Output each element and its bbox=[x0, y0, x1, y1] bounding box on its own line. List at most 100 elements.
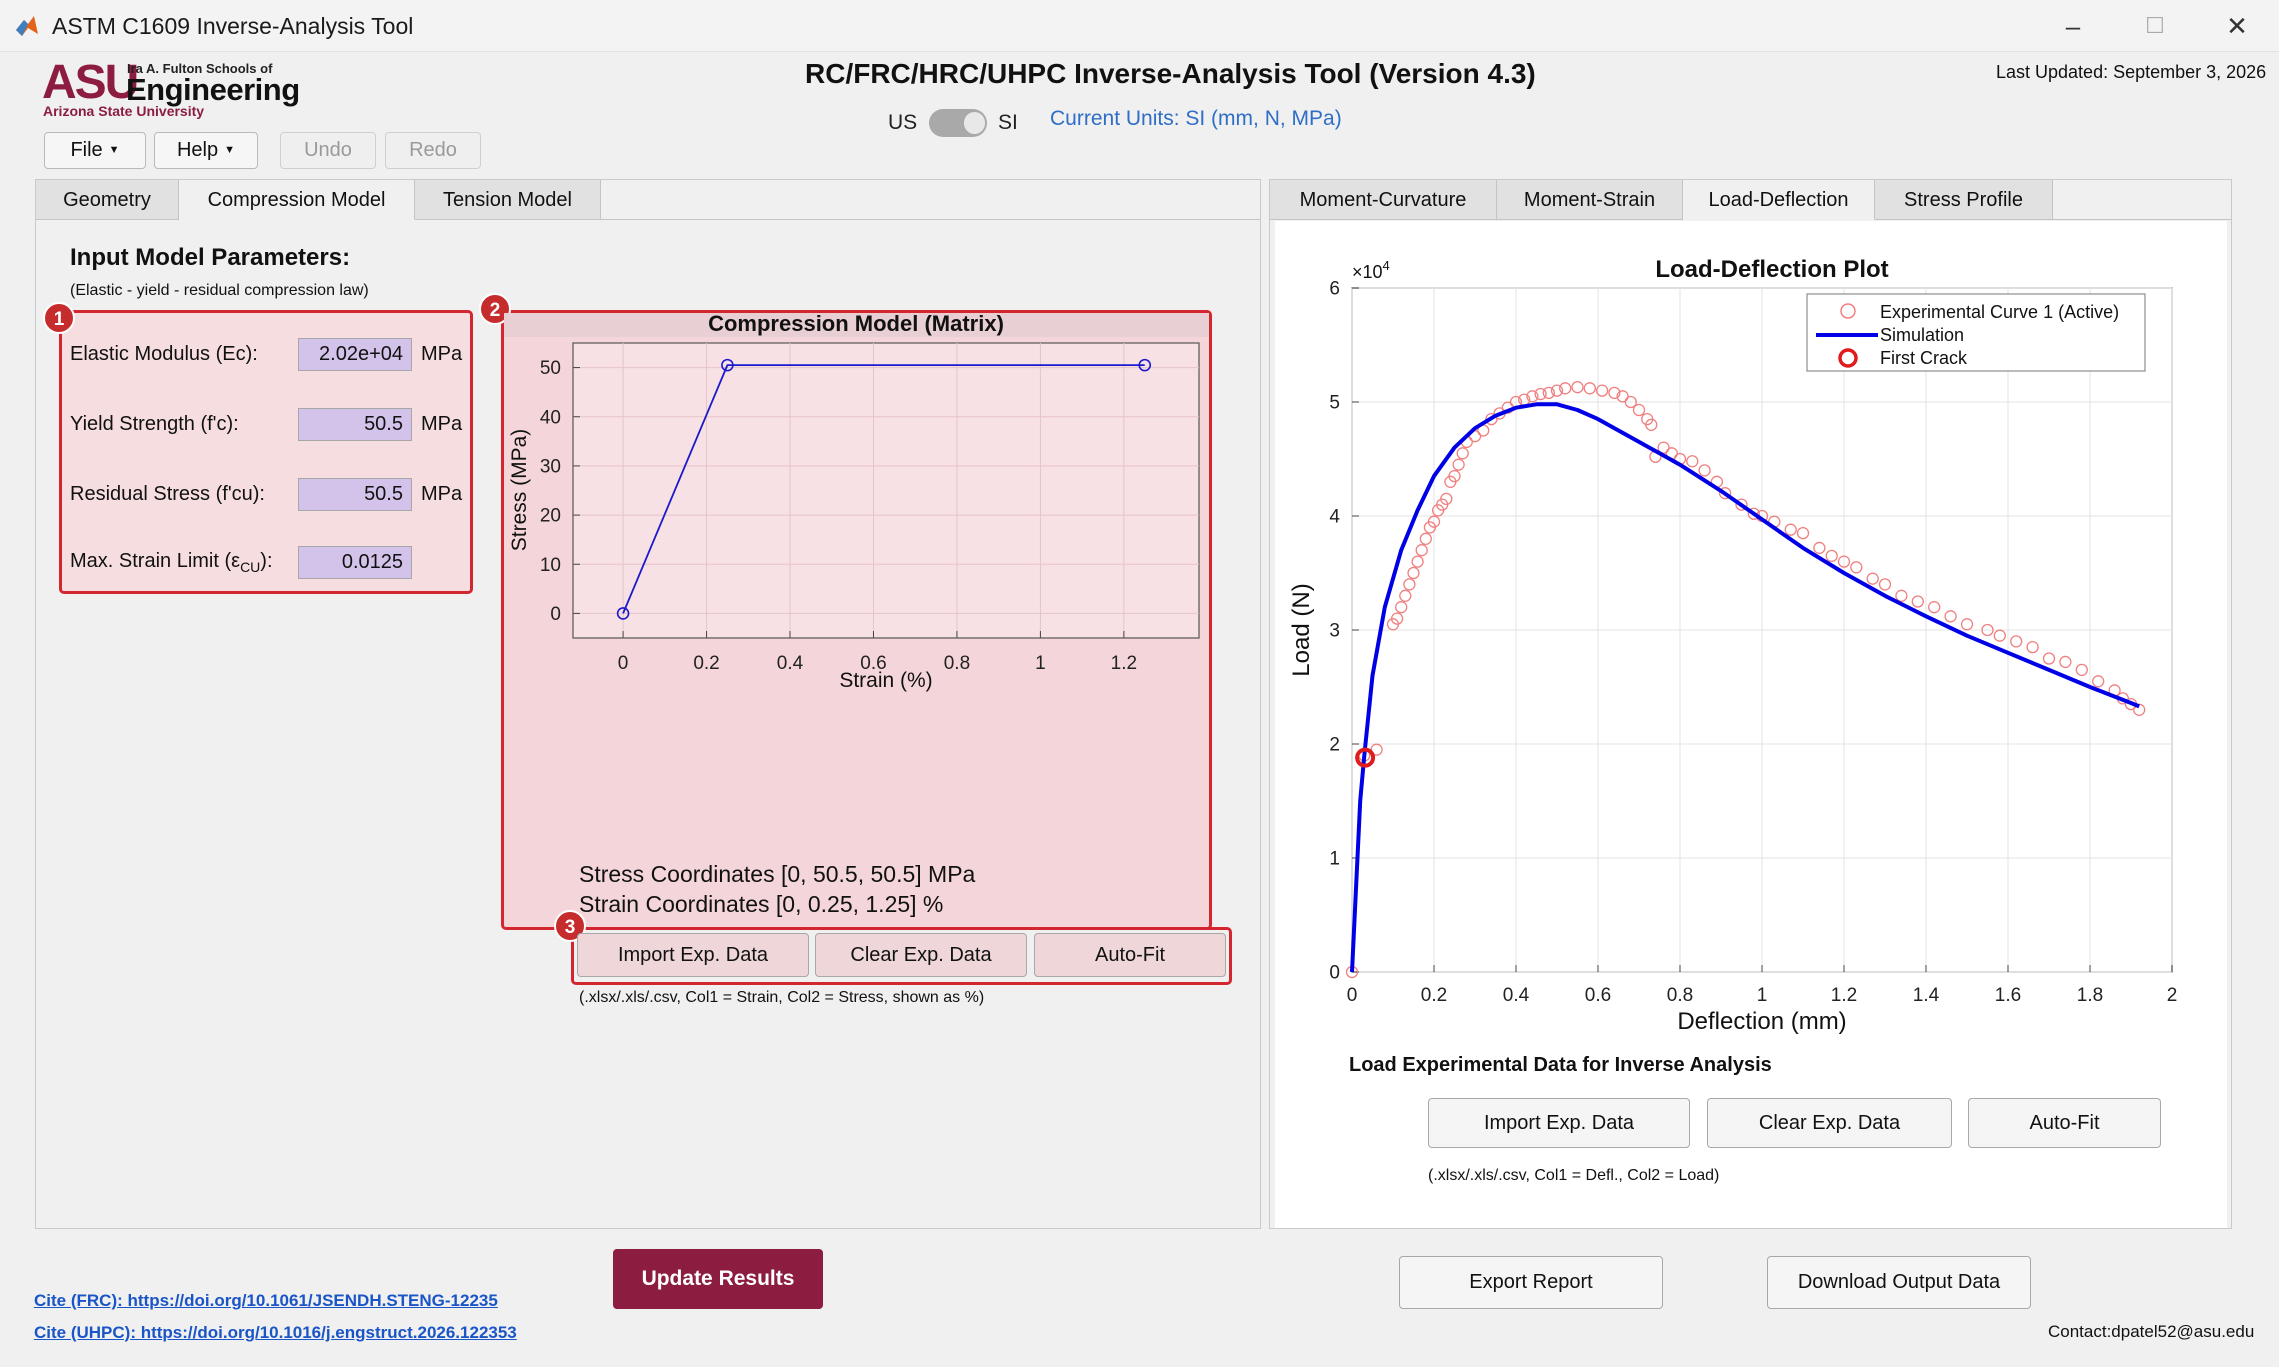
chevron-down-icon: ▼ bbox=[224, 144, 236, 156]
y-tick-label: 3 bbox=[1329, 621, 1340, 642]
tab-moment-strain[interactable]: Moment-Strain bbox=[1497, 180, 1683, 220]
window-title: ASTM C1609 Inverse-Analysis Tool bbox=[52, 13, 414, 39]
load-deflection-title: Load-Deflection Plot bbox=[1655, 256, 1888, 283]
residual-stress-field[interactable]: 50.5 bbox=[298, 478, 412, 511]
x-tick-label: 0.2 bbox=[1421, 985, 1447, 1006]
legend-first-crack-label: First Crack bbox=[1880, 348, 1968, 368]
y-tick-label: 0 bbox=[550, 604, 561, 625]
max-strain-label: Max. Strain Limit (εCU): bbox=[70, 550, 273, 575]
legend-experimental-label: Experimental Curve 1 (Active) bbox=[1880, 302, 2119, 322]
tab-strip-filler bbox=[601, 180, 1260, 220]
y-tick-label: 10 bbox=[540, 555, 561, 576]
compression-law-note: (Elastic - yield - residual compression … bbox=[70, 282, 369, 299]
x-tick-label: 2 bbox=[2167, 985, 2178, 1006]
x-tick-label: 0.8 bbox=[944, 653, 970, 674]
y-tick-label: 20 bbox=[540, 506, 561, 527]
help-menu-button[interactable]: Help ▼ bbox=[154, 132, 258, 169]
app-heading: RC/FRC/HRC/UHPC Inverse-Analysis Tool (V… bbox=[805, 58, 1536, 89]
y-tick-label: 50 bbox=[540, 358, 561, 379]
compression-autofit-button[interactable]: Auto-Fit bbox=[1034, 933, 1226, 977]
y-tick-label: 1 bbox=[1329, 849, 1340, 870]
x-tick-label: 1.6 bbox=[1995, 985, 2021, 1006]
cite-frc-link[interactable]: Cite (FRC): https://doi.org/10.1061/JSEN… bbox=[34, 1291, 498, 1311]
y-exponent-label: ×104 bbox=[1352, 258, 1390, 282]
matlab-icon bbox=[16, 16, 38, 36]
compression-import-button[interactable]: Import Exp. Data bbox=[577, 933, 809, 977]
y-tick-label: 4 bbox=[1329, 507, 1340, 528]
export-report-button[interactable]: Export Report bbox=[1399, 1256, 1663, 1309]
residual-stress-label: Residual Stress (f'cu): bbox=[70, 483, 265, 505]
file-menu-button[interactable]: File ▼ bbox=[44, 132, 146, 169]
max-strain-field[interactable]: 0.0125 bbox=[298, 546, 412, 579]
x-tick-label: 0.8 bbox=[1667, 985, 1693, 1006]
compression-ylabel: Stress (MPa) bbox=[508, 429, 531, 552]
load-xlabel: Deflection (mm) bbox=[1677, 1008, 1846, 1035]
tab-moment-curvature[interactable]: Moment-Curvature bbox=[1270, 180, 1497, 220]
x-tick-label: 0.2 bbox=[693, 653, 719, 674]
tab-strip-filler bbox=[2053, 180, 2231, 220]
stress-coordinates: Stress Coordinates [0, 50.5, 50.5] MPa bbox=[579, 861, 976, 887]
elastic-modulus-field[interactable]: 2.02e+04 bbox=[298, 338, 412, 371]
x-tick-label: 1.4 bbox=[1913, 985, 1940, 1006]
minimize-button[interactable]: – bbox=[2040, 8, 2106, 44]
load-import-button[interactable]: Import Exp. Data bbox=[1428, 1098, 1690, 1148]
unit-label-us: US bbox=[888, 111, 918, 134]
tab-tension-model[interactable]: Tension Model bbox=[415, 180, 601, 220]
compression-xlabel: Strain (%) bbox=[839, 669, 932, 692]
y-tick-label: 40 bbox=[540, 407, 561, 428]
help-menu-label: Help bbox=[176, 139, 219, 161]
tab-compression-model[interactable]: Compression Model bbox=[179, 180, 415, 220]
load-exp-heading: Load Experimental Data for Inverse Analy… bbox=[1349, 1054, 1772, 1076]
legend-simulation-label: Simulation bbox=[1880, 325, 1964, 345]
asu-logo: ASU bbox=[42, 56, 139, 109]
badge-1: 1 bbox=[43, 302, 75, 334]
load-ylabel: Load (N) bbox=[1288, 583, 1315, 676]
model-panel: Geometry Compression Model Tension Model… bbox=[35, 179, 1261, 1229]
compression-chart: Compression Model (Matrix) 0 0.2 0.4 0.6 0.8… bbox=[504, 313, 1209, 692]
cite-uhpc-link[interactable]: Cite (UHPC): https://doi.org/10.1016/j.e… bbox=[34, 1323, 517, 1343]
residual-stress-unit: MPa bbox=[421, 483, 463, 505]
contact-email: Contact:dpatel52@asu.edu bbox=[2048, 1322, 2255, 1341]
update-results-button[interactable]: Update Results bbox=[613, 1249, 823, 1309]
tab-geometry[interactable]: Geometry bbox=[36, 180, 179, 220]
results-panel: Moment-Curvature Moment-Strain Load-Defl… bbox=[1269, 179, 2232, 1229]
unit-toggle-knob[interactable] bbox=[964, 112, 985, 134]
x-tick-label: 1.2 bbox=[1111, 653, 1137, 674]
current-units-text: Current Units: SI (mm, N, MPa) bbox=[1050, 107, 1342, 130]
elastic-modulus-label: Elastic Modulus (Ec): bbox=[70, 343, 258, 365]
y-tick-label: 30 bbox=[540, 457, 561, 478]
close-button[interactable]: ✕ bbox=[2204, 8, 2270, 44]
load-autofit-button[interactable]: Auto-Fit bbox=[1968, 1098, 2161, 1148]
y-tick-label: 2 bbox=[1329, 735, 1340, 756]
chevron-down-icon: ▼ bbox=[108, 144, 120, 156]
logo-university-text: Arizona State University bbox=[43, 103, 205, 119]
input-params-heading: Input Model Parameters: bbox=[70, 244, 351, 271]
load-deflection-chart: Load-Deflection Plot 0 0.2 0.4 0.6 0.8 1 1.2 1.… bbox=[1288, 256, 2178, 1035]
x-tick-label: 0.4 bbox=[777, 653, 804, 674]
maximize-button[interactable]: ☐ bbox=[2122, 8, 2188, 44]
y-tick-label: 5 bbox=[1329, 393, 1340, 414]
unit-label-si: SI bbox=[998, 111, 1018, 134]
load-clear-button[interactable]: Clear Exp. Data bbox=[1707, 1098, 1952, 1148]
unit-toggle-switch[interactable] bbox=[929, 109, 987, 137]
strain-coordinates: Strain Coordinates [0, 0.25, 1.25] % bbox=[579, 891, 944, 917]
yield-strength-field[interactable]: 50.5 bbox=[298, 408, 412, 441]
tab-stress-profile[interactable]: Stress Profile bbox=[1875, 180, 2053, 220]
y-tick-label: 6 bbox=[1329, 279, 1340, 300]
file-menu-label: File bbox=[70, 139, 103, 161]
y-tick-label: 0 bbox=[1329, 963, 1340, 984]
compression-import-hint: (.xlsx/.xls/.csv, Col1 = Strain, Col2 = … bbox=[579, 989, 985, 1006]
compression-plot-area bbox=[572, 342, 1200, 639]
x-tick-label: 1.2 bbox=[1831, 985, 1857, 1006]
x-tick-label: 0.6 bbox=[1585, 985, 1611, 1006]
yield-strength-label: Yield Strength (f'c): bbox=[70, 413, 239, 435]
compression-clear-button[interactable]: Clear Exp. Data bbox=[815, 933, 1027, 977]
redo-button[interactable]: Redo bbox=[385, 132, 481, 169]
x-tick-label: 0 bbox=[618, 653, 629, 674]
title-bar: ASTM C1609 Inverse-Analysis Tool – ☐ ✕ bbox=[0, 0, 2279, 52]
yield-strength-unit: MPa bbox=[421, 413, 463, 435]
x-tick-label: 0.4 bbox=[1503, 985, 1530, 1006]
tab-load-deflection[interactable]: Load-Deflection bbox=[1683, 180, 1875, 220]
download-output-button[interactable]: Download Output Data bbox=[1767, 1256, 2031, 1309]
undo-button[interactable]: Undo bbox=[280, 132, 376, 169]
